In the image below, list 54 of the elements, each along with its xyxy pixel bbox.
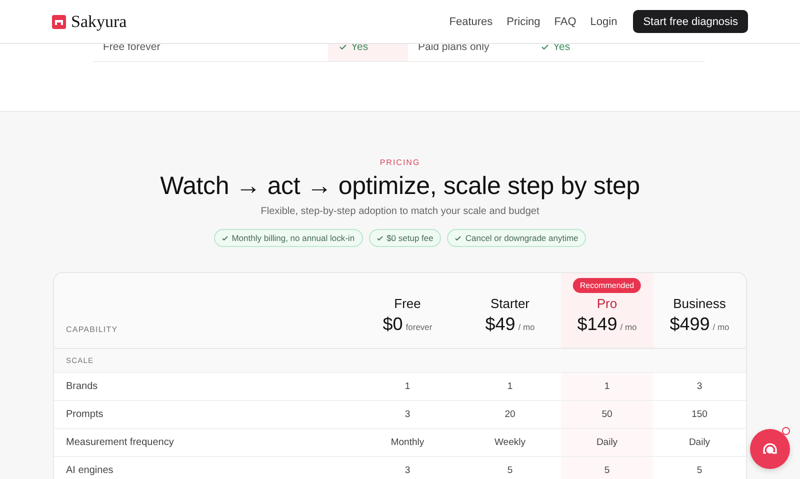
- support-agent-icon: [761, 441, 779, 457]
- table-cell-text: 3: [404, 408, 412, 422]
- table-cell: Daily: [561, 429, 653, 456]
- cta-button[interactable]: Start free diagnosis: [633, 10, 748, 33]
- plan-name: Pro: [596, 296, 618, 311]
- price-period: / mo: [620, 322, 637, 332]
- plan-name: Free: [394, 296, 421, 311]
- nav-link[interactable]: Features: [449, 16, 493, 28]
- table-cell-text: 3: [696, 380, 704, 394]
- feature-chip: $0 setup fee: [368, 229, 442, 247]
- plan-price: $0: [382, 314, 403, 335]
- table-cell-text: 3: [404, 464, 412, 478]
- plan-name: Starter: [490, 296, 530, 311]
- table-cell-text: 20: [504, 408, 516, 422]
- plan-price: $49: [485, 314, 516, 335]
- table-cell-text: 150: [690, 408, 708, 422]
- check-icon: [376, 236, 383, 241]
- brand-name: Sakyura: [71, 12, 127, 32]
- row-label: AI engines: [65, 464, 114, 478]
- section-eyebrow: PRICING: [380, 158, 420, 167]
- nav-link[interactable]: FAQ: [554, 16, 576, 28]
- row-label: Brands: [65, 380, 99, 394]
- plan-price: $499: [670, 314, 710, 335]
- row-label: Prompts: [65, 408, 104, 422]
- recommended-badge: Recommended: [572, 278, 642, 293]
- check-icon: [455, 236, 462, 241]
- nav-link[interactable]: Pricing: [506, 16, 540, 28]
- table-cell: 5: [561, 457, 653, 479]
- logo-icon: [52, 14, 66, 28]
- section-title: Watch → act → optimize, scale step by step: [160, 172, 640, 201]
- plan-name: Business: [673, 296, 726, 311]
- price-period: / mo: [518, 322, 535, 332]
- plan-price: $149: [577, 314, 618, 335]
- price-period: / mo: [712, 322, 730, 332]
- table-cell: 50: [561, 401, 653, 428]
- check-icon: [339, 44, 347, 50]
- table-cell: 1: [561, 373, 653, 400]
- table-cell-text: 1: [404, 380, 412, 394]
- feature-chip: Cancel or downgrade anytime: [447, 229, 586, 247]
- column-heading: CAPABILITY: [65, 325, 119, 336]
- table-cell-text: Monthly: [390, 436, 426, 450]
- feature-chip: Monthly billing, no annual lock-in: [214, 229, 363, 247]
- section-subtitle: Flexible, step-by-step adoption to match your scale and budget: [260, 206, 540, 217]
- check-icon: [541, 44, 549, 50]
- chat-button[interactable]: [750, 429, 790, 469]
- nav-link[interactable]: Login: [590, 16, 618, 28]
- row-label: Measurement frequency: [65, 436, 175, 450]
- price-period: forever: [406, 322, 432, 332]
- table-cell-text: 5: [696, 464, 704, 478]
- table-cell-text: 1: [506, 380, 514, 394]
- table-cell-text: Daily: [688, 436, 712, 450]
- table-cell-text: 5: [506, 464, 514, 478]
- table-cell-text: Weekly: [494, 436, 526, 450]
- check-icon: [222, 236, 228, 241]
